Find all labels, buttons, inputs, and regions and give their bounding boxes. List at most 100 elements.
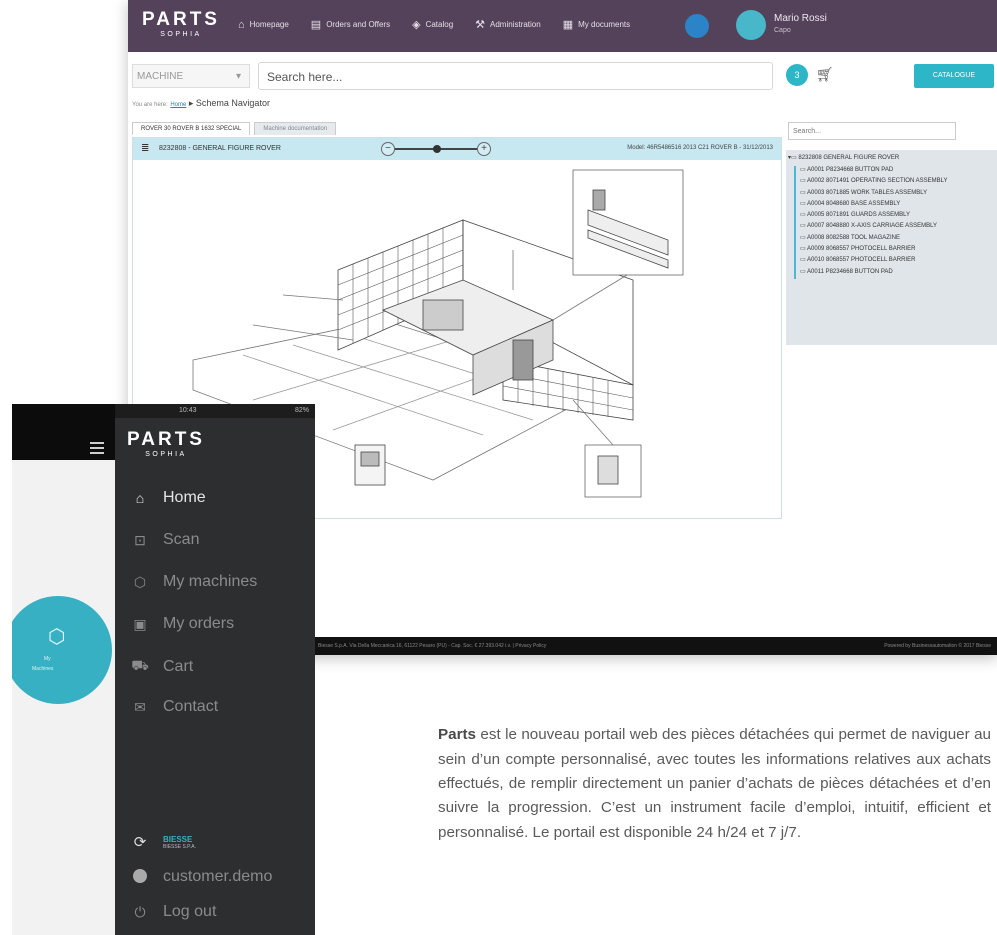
tree-item[interactable]: ▭ A0009 8068557 PHOTOCELL BARRIER [800, 245, 948, 256]
description-paragraph: Parts est le nouveau portail web des piè… [438, 723, 991, 845]
top-navbar: PARTS SOPHIA ⌂ Homepage ▤ Orders and Offer… [128, 0, 997, 52]
nav-label: Homepage [249, 20, 289, 29]
parts-logo-mobile: PARTS SOPHIA [127, 429, 205, 459]
nav-label: Administration [490, 20, 541, 29]
tree-item-label: A0007 8048880 X-AXIS CARRIAGE ASSEMBLY [807, 223, 937, 230]
folder-icon: ▭ [800, 257, 808, 264]
tab-machine[interactable]: ROVER 30 ROVER B 1632 SPECIAL [132, 122, 251, 135]
folder-icon: ▭ [800, 167, 808, 173]
menu-item-home[interactable]: ⌂ Home [131, 489, 206, 507]
folder-icon: ▭ [800, 223, 808, 230]
panel-title: 8232808 - GENERAL FIGURE ROVER [159, 145, 281, 152]
menu-item-contact[interactable]: ✉ Contact [131, 698, 218, 716]
menu-label: Home [163, 489, 206, 506]
menu-label: Scan [163, 531, 200, 548]
user-avatar[interactable] [736, 10, 766, 40]
orders-icon: ▤ [310, 19, 322, 31]
description-body: est le nouveau portail web des pièces dé… [438, 726, 991, 841]
company-name: BIESSE [163, 834, 193, 844]
user-role: Capo [774, 27, 791, 34]
status-battery: 82% [294, 407, 309, 414]
menu-icon[interactable]: ≣ [141, 143, 149, 154]
status-time: 10:43 [179, 407, 197, 414]
tree-item-label: A0010 8068557 PHOTOCELL BARRIER [807, 257, 916, 264]
mail-icon: ✉ [134, 698, 146, 715]
nav-label: My documents [578, 20, 631, 29]
menu-label: Log out [163, 903, 217, 920]
menu-item-logout[interactable]: ⏻ Log out [131, 903, 216, 921]
cart-count-badge[interactable]: 3 [786, 64, 808, 86]
user-name[interactable]: Mario Rossi [774, 13, 827, 24]
power-icon: ⏻ [134, 903, 146, 920]
menu-item-my-machines[interactable]: ⬡ My machines [131, 573, 257, 591]
menu-item-account[interactable]: customer.demo [131, 868, 272, 886]
tree-item[interactable]: ▭ A0004 8048680 BASE ASSEMBLY [800, 200, 948, 211]
breadcrumb-home-link[interactable]: Home [170, 102, 186, 108]
chevron-down-icon: ▾ [235, 71, 241, 82]
company-switcher[interactable]: ⟳ BIESSE BIESSE S.P.A. [131, 833, 196, 851]
tree-item-label: A0002 8071491 OPERATING SECTION ASSEMBLY [807, 178, 948, 185]
user-avatar-icon [131, 868, 149, 886]
scan-icon: ⊡ [134, 531, 146, 548]
folder-open-icon: ▾▭ [788, 155, 797, 161]
language-globe-icon[interactable] [685, 14, 709, 38]
logo-word: PARTS [127, 429, 205, 450]
nav-homepage[interactable]: ⌂ Homepage [238, 18, 289, 31]
tree-root[interactable]: ▾▭ 8232808 GENERAL FIGURE ROVER [788, 154, 899, 161]
tree-children: ▭ A0001 P8234668 BUTTON PAD ▭ A0002 8071… [794, 166, 948, 279]
tree-item[interactable]: ▭ A0002 8071491 OPERATING SECTION ASSEMB… [800, 177, 948, 188]
tree-item[interactable]: ▭ A0011 P8234668 BUTTON PAD [800, 268, 948, 279]
menu-item-my-orders[interactable]: ▣ My orders [131, 615, 234, 633]
tree-search-input[interactable]: Search... [788, 122, 956, 140]
footer-right[interactable]: Powered by Businessautomation © 2017 Bie… [884, 637, 991, 655]
breadcrumb-current: Schema Navigator [195, 98, 270, 108]
menu-label: Cart [163, 657, 194, 675]
panel-model: Model: 46R5486516 2013 C21 ROVER B - 31/… [627, 145, 773, 151]
tree-root-label: 8232808 GENERAL FIGURE ROVER [798, 155, 900, 161]
zoom-slider[interactable]: − + [381, 142, 491, 156]
tree-item-label: A0009 8068557 PHOTOCELL BARRIER [807, 246, 916, 253]
hamburger-icon[interactable] [90, 442, 104, 457]
cube-icon: ⬡ [48, 626, 66, 648]
tree-item-label: A0004 8048680 BASE ASSEMBLY [807, 200, 901, 207]
mobile-screen: ⬡ My Machines 10:43 82% PARTS SOPHIA ⌂ Ho… [12, 404, 315, 935]
zoom-out-icon[interactable]: − [381, 142, 395, 156]
tree-item-label: A0011 P8234668 BUTTON PAD [807, 268, 893, 275]
nav-documents[interactable]: ▦ My documents [563, 18, 630, 31]
tab-documentation[interactable]: Machine documentation [254, 122, 337, 135]
parts-logo[interactable]: PARTS SOPHIA [142, 9, 220, 39]
tree-item[interactable]: ▭ A0008 8082588 TOOL MAGAZINE [800, 234, 948, 245]
machine-select[interactable]: MACHINE ▾ [132, 64, 250, 88]
menu-item-scan[interactable]: ⊡ Scan [131, 531, 199, 549]
tile-label-line2: Machines [32, 666, 54, 672]
nav-orders[interactable]: ▤ Orders and Offers [311, 18, 390, 31]
tree-item[interactable]: ▭ A0005 8071891 GUARDS ASSEMBLY [800, 211, 948, 222]
tree-item[interactable]: ▭ A0001 P8234668 BUTTON PAD [800, 166, 948, 177]
search-input[interactable]: Search here... [258, 62, 773, 90]
tree-item[interactable]: ▭ A0003 8071885 WORK TABLES ASSEMBLY [800, 189, 948, 200]
nav-catalog[interactable]: ◈ Catalog [412, 18, 453, 31]
cart-icon[interactable]: 🛒︎ [816, 66, 834, 83]
zoom-in-icon[interactable]: + [477, 142, 491, 156]
nav-administration[interactable]: ⚒ Administration [475, 18, 541, 31]
folder-icon: ▭ [800, 268, 808, 275]
tree-item[interactable]: ▭ A0010 8068557 PHOTOCELL BARRIER [800, 256, 948, 267]
zoom-thumb[interactable] [433, 145, 441, 153]
menu-label: My machines [163, 573, 258, 590]
mobile-side-menu: 10:43 82% PARTS SOPHIA ⌂ Home ⊡ Scan ⬡ My m… [115, 404, 315, 935]
tile-label-line1: My [44, 656, 51, 662]
logo-word: PARTS [142, 9, 220, 30]
menu-item-cart[interactable]: ⛟ Cart [131, 657, 193, 676]
search-row: MACHINE ▾ Search here... 3 🛒︎ CATALOGUE [128, 60, 997, 92]
my-machines-tile[interactable]: ⬡ My Machines [12, 596, 112, 704]
documents-icon: ▦ [562, 19, 574, 31]
catalogue-button[interactable]: CATALOGUE [914, 64, 994, 88]
footer-left[interactable]: Biesse S.p.A. Via Della Meccanica 16, 61… [318, 637, 546, 655]
tree-item[interactable]: ▭ A0007 8048880 X-AXIS CARRIAGE ASSEMBLY [800, 222, 948, 233]
mobile-app-header [12, 404, 115, 460]
nav-label: Orders and Offers [326, 20, 391, 29]
breadcrumb-prefix: You are here: [132, 102, 168, 108]
tree-list: ▾▭ 8232808 GENERAL FIGURE ROVER ▭ A0001 … [786, 150, 997, 345]
home-icon: ⌂ [238, 18, 245, 31]
refresh-icon: ⟳ [133, 834, 147, 851]
